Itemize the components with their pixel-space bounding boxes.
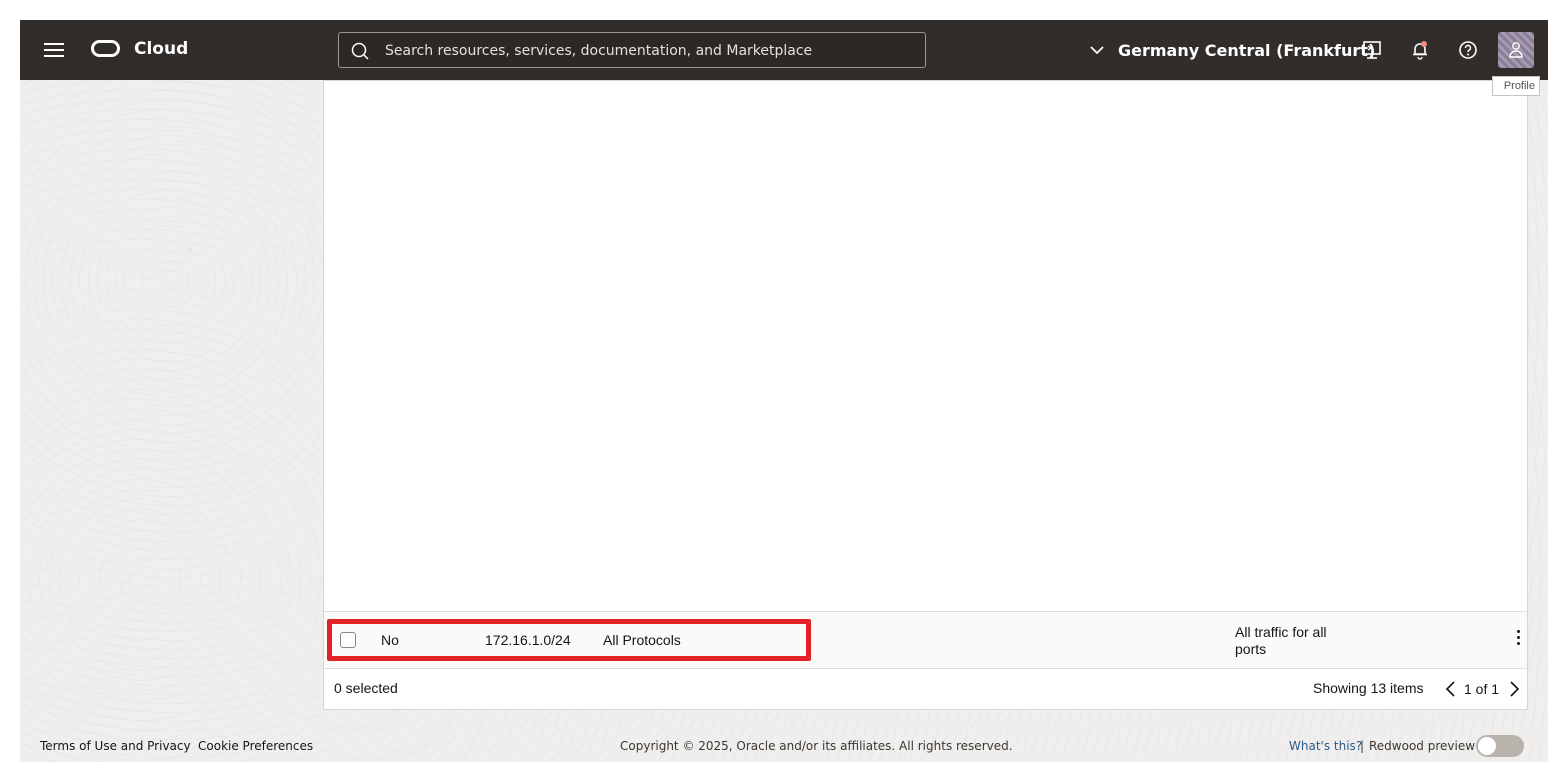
region-selector[interactable]: Germany Central (Frankfurt) [1090,38,1375,62]
redwood-preview-toggle[interactable] [1476,735,1524,757]
showing-count: Showing 13 items [1313,680,1424,696]
stateless-cell: No [381,632,399,648]
footer-separator: | [1360,739,1365,753]
cloud-shell-icon[interactable] [1362,40,1382,60]
app-frame: Cloud Germany Central (Frankfurt) [20,20,1548,762]
hamburger-menu-icon[interactable] [44,40,64,60]
terms-link[interactable]: Terms of Use and Privacy [40,739,191,753]
source-cell: 172.16.1.0/24 [485,632,571,648]
brand-name[interactable]: Cloud [134,39,188,59]
redwood-preview-label: Redwood preview [1369,739,1476,753]
table-row[interactable]: No 172.16.1.0/24 All Protocols All traff… [324,612,1527,669]
help-icon[interactable] [1458,40,1478,60]
selected-count: 0 selected [334,680,398,696]
chevron-left-icon[interactable] [1444,679,1458,699]
description-line-2: ports [1235,641,1267,657]
cookie-preferences-link[interactable]: Cookie Preferences [198,739,313,753]
security-rules-panel: No 172.16.1.0/24 All Protocols All traff… [323,80,1528,710]
notification-bell-icon[interactable] [1410,40,1430,60]
page-indicator: 1 of 1 [1464,681,1500,697]
search-input[interactable] [383,33,917,69]
oracle-logo-icon[interactable] [91,40,120,57]
toggle-knob [1478,737,1496,755]
profile-tooltip: Profile [1492,76,1540,96]
region-label: Germany Central (Frankfurt) [1118,40,1376,60]
kebab-menu-icon[interactable] [1515,630,1521,648]
profile-avatar[interactable] [1498,32,1534,68]
chevron-down-icon [1090,46,1104,55]
chevron-right-icon[interactable] [1507,679,1521,699]
copyright-text: Copyright © 2025, Oracle and/or its affi… [620,739,1013,753]
description-cell: All traffic for all ports [1235,624,1327,658]
row-checkbox[interactable] [340,632,356,648]
top-navigation-bar: Cloud Germany Central (Frankfurt) [20,20,1548,80]
search-icon [351,42,369,60]
page-footer: Terms of Use and Privacy Cookie Preferen… [20,730,1548,762]
profile-icon [1509,42,1523,58]
table-footer: 0 selected Showing 13 items 1 of 1 [324,669,1527,709]
whats-this-link[interactable]: What's this? [1289,739,1362,753]
search-box[interactable] [338,32,926,69]
protocol-cell: All Protocols [603,632,681,648]
description-line-1: All traffic for all [1235,624,1327,640]
